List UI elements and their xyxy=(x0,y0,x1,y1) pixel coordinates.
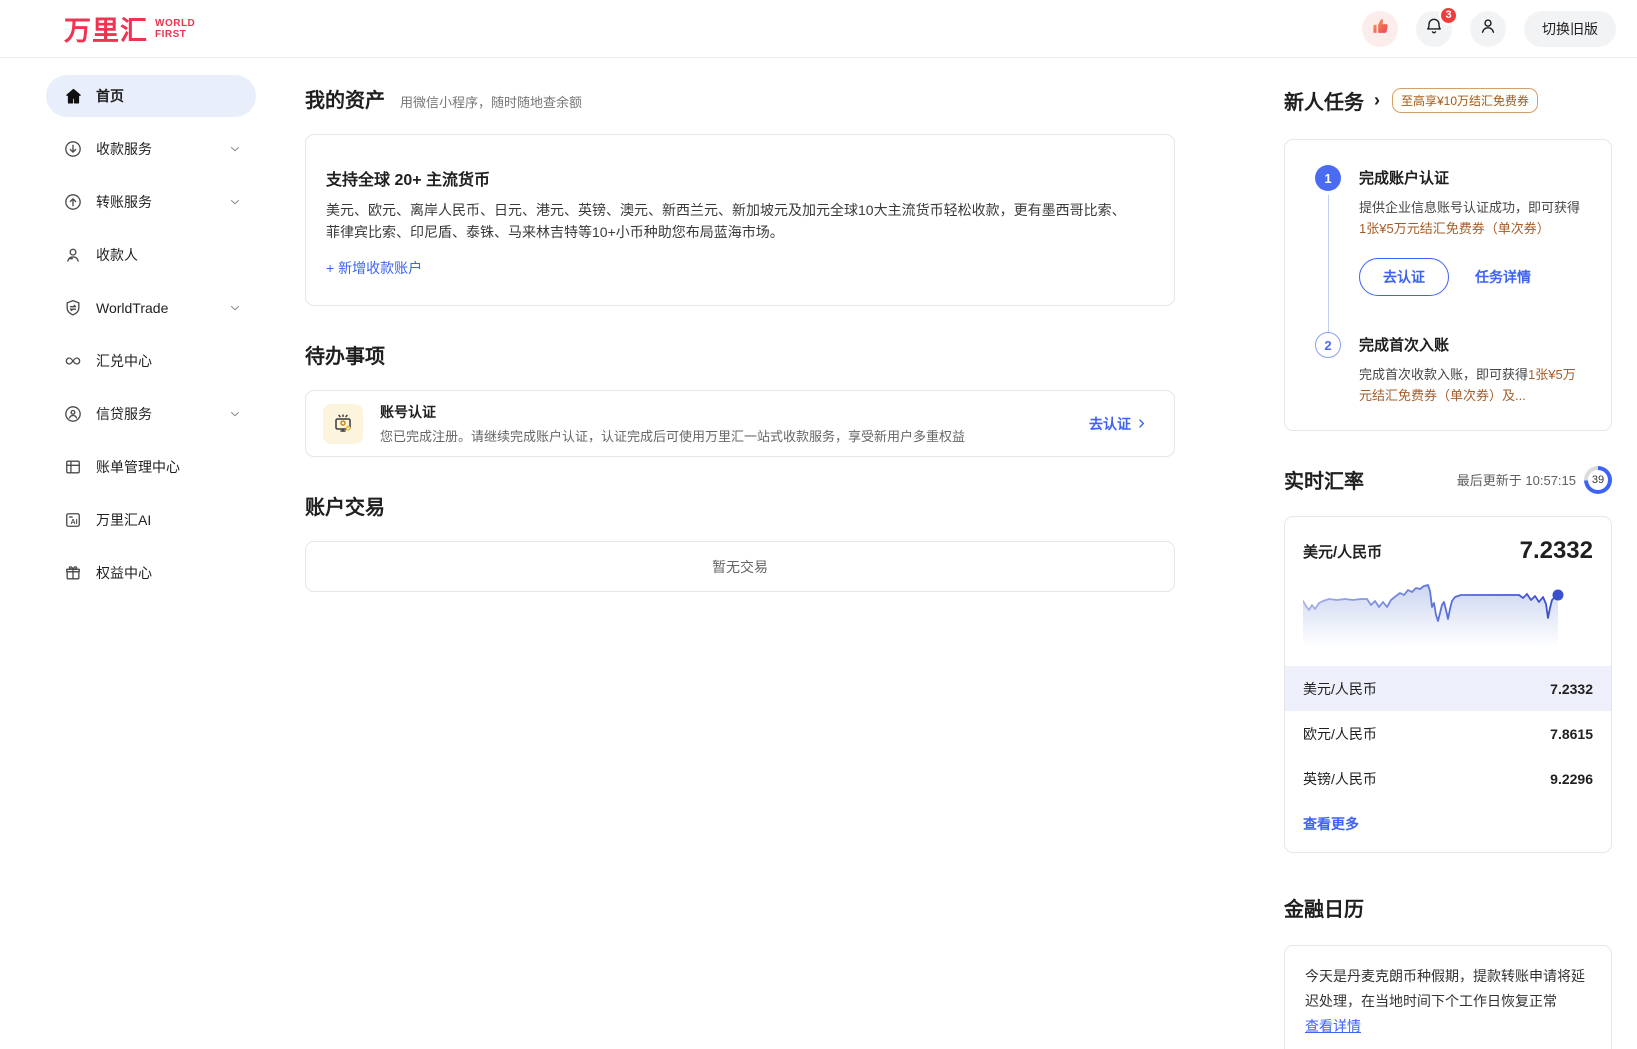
tasks-reward-badge: 至高享¥10万结汇免费券 xyxy=(1392,88,1538,113)
sidebar-item-benefits-center[interactable]: 权益中心 xyxy=(46,552,256,594)
empty-transactions-text: 暂无交易 xyxy=(712,557,768,577)
rate-row-eur-cny[interactable]: 欧元/人民币 7.8615 xyxy=(1285,711,1611,756)
assets-section-subtitle: 用微信小程序，随时随地查余额 xyxy=(400,92,582,111)
home-icon xyxy=(63,86,83,106)
rates-updated-text: 最后更新于 10:57:15 xyxy=(1457,470,1576,489)
main-content: 我的资产 用微信小程序，随时随地查余额 支持全球 20+ 主流货币 美元、欧元、… xyxy=(305,58,1175,1049)
right-panel: 新人任务 › 至高享¥10万结汇免费券 1 完成账户认证 提供企业信息账号认证成… xyxy=(1284,58,1612,1049)
sidebar-item-fx-center[interactable]: 汇兑中心 xyxy=(46,340,256,382)
financial-calendar-card: 今天是丹麦克朗币种假期，提款转账申请将延迟处理，在当地时间下个工作日恢复正常 查… xyxy=(1284,945,1612,1049)
account-verify-icon xyxy=(323,404,363,444)
step-2-number: 2 xyxy=(1315,332,1341,358)
featured-rate: 美元/人民币 7.2332 xyxy=(1285,517,1611,571)
rate-pair: 美元/人民币 xyxy=(1303,679,1377,699)
go-verify-link[interactable]: 去认证 xyxy=(1089,414,1148,434)
add-receiving-account-link[interactable]: + 新增收款账户 xyxy=(326,258,422,278)
sidebar-item-transfer-services[interactable]: 转账服务 xyxy=(46,181,256,223)
rate-sparkline-chart xyxy=(1285,571,1611,666)
newbie-tasks-card: 1 完成账户认证 提供企业信息账号认证成功，即可获得1张¥5万元结汇免费券（单次… xyxy=(1284,139,1612,431)
user-icon xyxy=(1478,16,1498,41)
step-connector-line xyxy=(1328,195,1329,336)
logo-text-cn: 万里汇 xyxy=(64,9,148,48)
sidebar-item-receive-services[interactable]: 收款服务 xyxy=(46,128,256,170)
rate-pair: 英镑/人民币 xyxy=(1303,769,1377,789)
calendar-notice-text: 今天是丹麦克朗币种假期，提款转账申请将延迟处理，在当地时间下个工作日恢复正常 xyxy=(1305,968,1585,1009)
svg-text:AI: AI xyxy=(71,518,78,526)
assets-card-body: 美元、欧元、离岸人民币、日元、港元、英镑、澳元、新西兰元、新加坡元及加元全球10… xyxy=(326,199,1126,243)
rate-value: 9.2296 xyxy=(1550,771,1593,787)
todo-item-card: 账号认证 您已完成注册。请继续完成账户认证，认证完成后可使用万里汇一站式收款服务… xyxy=(305,390,1175,457)
chevron-down-icon xyxy=(228,142,242,156)
sidebar-item-credit-services[interactable]: 信贷服务 xyxy=(46,393,256,435)
chevron-right-icon[interactable]: › xyxy=(1374,90,1380,111)
arrow-down-circle-icon xyxy=(63,139,83,159)
rate-value: 7.8615 xyxy=(1550,726,1593,742)
todo-section-title: 待办事项 xyxy=(305,340,385,369)
feedback-like-button[interactable] xyxy=(1362,11,1398,47)
notification-count-badge: 3 xyxy=(1439,6,1458,25)
header-actions: 3 切换旧版 xyxy=(1362,11,1616,47)
arrow-up-circle-icon xyxy=(63,192,83,212)
step-1-number: 1 xyxy=(1315,165,1341,191)
chevron-right-icon xyxy=(1135,417,1148,430)
thumbs-up-icon xyxy=(1371,17,1390,41)
notifications-button[interactable]: 3 xyxy=(1416,11,1452,47)
shield-trade-icon xyxy=(63,298,83,318)
logo-text-en: WORLD FIRST xyxy=(155,18,195,40)
credit-person-icon xyxy=(63,404,83,424)
financial-calendar-title: 金融日历 xyxy=(1284,893,1612,922)
account-button[interactable] xyxy=(1470,11,1506,47)
task-1-title: 完成账户认证 xyxy=(1359,167,1587,188)
task-step-1: 1 完成账户认证 提供企业信息账号认证成功，即可获得1张¥5万元结汇免费券（单次… xyxy=(1315,167,1587,334)
chevron-down-icon xyxy=(228,301,242,315)
transactions-section-title: 账户交易 xyxy=(305,491,385,520)
sidebar-item-billing-center[interactable]: 账单管理中心 xyxy=(46,446,256,488)
rate-row-usd-cny[interactable]: 美元/人民币 7.2332 xyxy=(1285,666,1611,711)
live-rates-title: 实时汇率 xyxy=(1284,465,1457,494)
task-1-verify-button[interactable]: 去认证 xyxy=(1359,258,1449,296)
task-1-desc: 提供企业信息账号认证成功，即可获得1张¥5万元结汇免费券（单次券） xyxy=(1359,197,1587,239)
task-step-2: 2 完成首次入账 完成首次收款入账，即可获得1张¥5万元结汇免费券（单次券）及.… xyxy=(1315,334,1587,406)
person-icon xyxy=(63,245,83,265)
assets-card: 支持全球 20+ 主流货币 美元、欧元、离岸人民币、日元、港元、英镑、澳元、新西… xyxy=(305,134,1175,306)
featured-rate-value: 7.2332 xyxy=(1520,537,1593,565)
sidebar-nav: 首页 收款服务 转账服务 收款人 xyxy=(0,58,305,1049)
sparkline-end-dot xyxy=(1553,590,1564,601)
rate-row-gbp-cny[interactable]: 英镑/人民币 9.2296 xyxy=(1285,756,1611,801)
rate-pair: 欧元/人民币 xyxy=(1303,724,1377,744)
assets-section-title: 我的资产 xyxy=(305,84,385,113)
todo-item-desc: 您已完成注册。请继续完成账户认证，认证完成后可使用万里汇一站式收款服务，享受新用… xyxy=(380,426,1072,445)
sidebar-item-worldfirst-ai[interactable]: AI 万里汇AI xyxy=(46,499,256,541)
task-2-desc: 完成首次收款入账，即可获得1张¥5万元结汇免费券（单次券）及... xyxy=(1359,364,1587,406)
sidebar-item-recipients[interactable]: 收款人 xyxy=(46,234,256,276)
ai-icon: AI xyxy=(63,510,83,530)
switch-old-version-button[interactable]: 切换旧版 xyxy=(1524,11,1616,47)
transactions-empty-card: 暂无交易 xyxy=(305,541,1175,592)
sidebar-item-home[interactable]: 首页 xyxy=(46,75,256,117)
view-more-rates-link[interactable]: 查看更多 xyxy=(1285,801,1611,852)
rates-refresh-countdown[interactable]: 39 xyxy=(1584,466,1612,494)
chevron-down-icon xyxy=(228,195,242,209)
worldfirst-logo[interactable]: 万里汇 WORLD FIRST xyxy=(64,9,195,48)
rate-value: 7.2332 xyxy=(1550,681,1593,697)
exchange-infinity-icon xyxy=(63,351,83,371)
featured-rate-pair: 美元/人民币 xyxy=(1303,541,1382,562)
gift-icon xyxy=(63,563,83,583)
sidebar-item-worldtrade[interactable]: WorldTrade xyxy=(46,287,256,329)
calendar-details-link[interactable]: 查看详情 xyxy=(1305,1014,1361,1039)
task-2-title: 完成首次入账 xyxy=(1359,334,1587,355)
newbie-tasks-title: 新人任务 xyxy=(1284,86,1364,115)
todo-item-title: 账号认证 xyxy=(380,402,1072,422)
bill-table-icon xyxy=(63,457,83,477)
top-header: 万里汇 WORLD FIRST 3 xyxy=(0,0,1637,58)
assets-card-title: 支持全球 20+ 主流货币 xyxy=(326,166,1154,190)
live-rates-card: 美元/人民币 7.2332 xyxy=(1284,516,1612,853)
task-1-details-link[interactable]: 任务详情 xyxy=(1475,267,1531,287)
chevron-down-icon xyxy=(228,407,242,421)
